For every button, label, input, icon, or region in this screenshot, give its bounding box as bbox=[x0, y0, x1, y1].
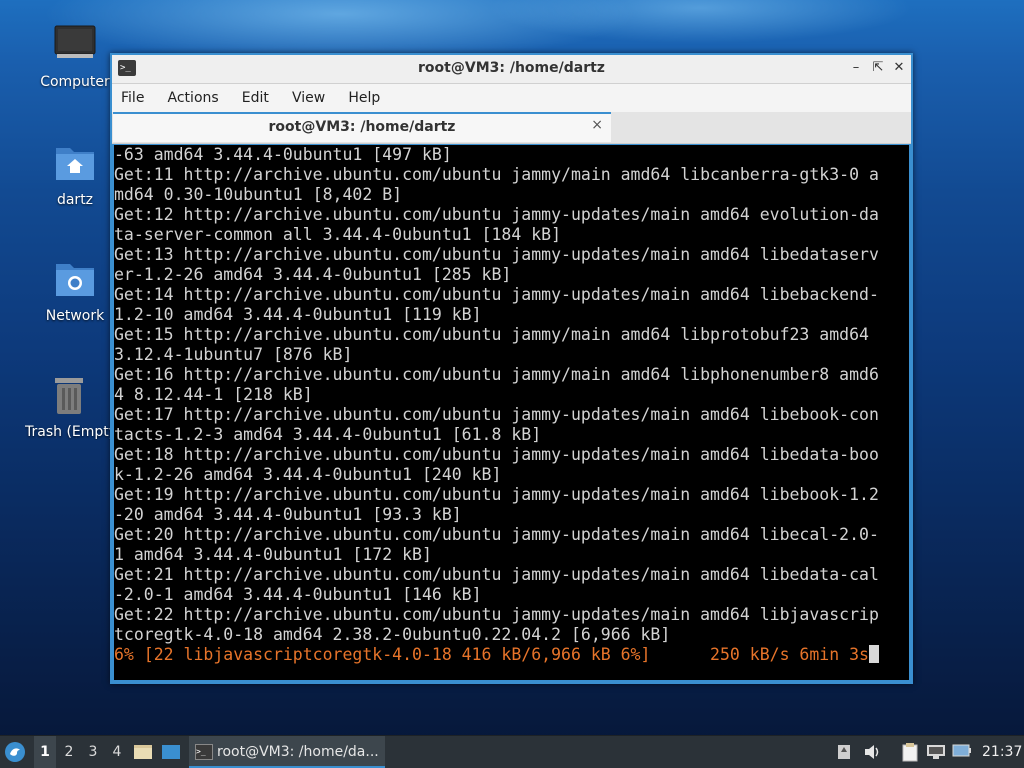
maximize-icon[interactable]: ⇱ bbox=[869, 59, 887, 77]
battery-icon[interactable] bbox=[950, 736, 974, 768]
workspace-4[interactable]: 4 bbox=[106, 736, 128, 768]
terminal-line: tacts-1.2-3 amd64 3.44.4-0ubuntu1 [61.8 … bbox=[114, 425, 542, 444]
terminal-line: 3.12.4-1ubuntu7 [876 kB] bbox=[114, 345, 353, 364]
terminal-line: Get:16 http://archive.ubuntu.com/ubuntu … bbox=[114, 365, 879, 384]
show-desktop-icon[interactable] bbox=[161, 736, 183, 768]
menu-edit[interactable]: Edit bbox=[233, 84, 278, 112]
terminal-line: Get:14 http://archive.ubuntu.com/ubuntu … bbox=[114, 285, 879, 304]
volume-icon[interactable] bbox=[860, 736, 884, 768]
terminal-output[interactable]: -63 amd64 3.44.4-0ubuntu1 [497 kB] Get:11… bbox=[114, 145, 909, 680]
terminal-line: Get:15 http://archive.ubuntu.com/ubuntu … bbox=[114, 325, 869, 344]
progress-text: 6% [22 libjavascriptcoregtk-4.0-18 416 k… bbox=[114, 645, 869, 664]
terminal-window: >_ root@VM3: /home/dartz – ⇱ ✕ File Acti… bbox=[110, 53, 913, 684]
terminal-line: Get:21 http://archive.ubuntu.com/ubuntu … bbox=[114, 565, 879, 584]
terminal-line: 1.2-10 amd64 3.44.4-0ubuntu1 [119 kB] bbox=[114, 305, 482, 324]
terminal-line: -63 amd64 3.44.4-0ubuntu1 [497 kB] bbox=[114, 145, 452, 164]
terminal-cursor bbox=[868, 645, 879, 663]
terminal-line: Get:20 http://archive.ubuntu.com/ubuntu … bbox=[114, 525, 879, 544]
network-icon[interactable] bbox=[924, 736, 948, 768]
menu-file[interactable]: File bbox=[112, 84, 153, 112]
terminal-line: Get:12 http://archive.ubuntu.com/ubuntu … bbox=[114, 205, 879, 224]
terminal-line: ta-server-common all 3.44.4-0ubuntu1 [18… bbox=[114, 225, 562, 244]
menu-help[interactable]: Help bbox=[339, 84, 389, 112]
terminal-line: md64 0.30-10ubuntu1 [8,402 B] bbox=[114, 185, 403, 204]
desktop-icon-label: Trash (Empty) bbox=[25, 424, 113, 440]
terminal-progress-line: 6% [22 libjavascriptcoregtk-4.0-18 416 k… bbox=[114, 645, 909, 665]
task-label: root@VM3: /home/da... bbox=[217, 744, 379, 760]
close-icon[interactable]: ✕ bbox=[890, 59, 908, 77]
workspace-3[interactable]: 3 bbox=[82, 736, 104, 768]
task-terminal-button[interactable]: >_ root@VM3: /home/da... bbox=[189, 736, 385, 768]
minimize-icon[interactable]: – bbox=[847, 59, 865, 77]
notifications-icon[interactable] bbox=[832, 736, 856, 768]
clock[interactable]: 21:37 bbox=[982, 736, 1022, 768]
terminal-line: tcoregtk-4.0-18 amd64 2.38.2-0ubuntu0.22… bbox=[114, 625, 671, 644]
terminal-line: -20 amd64 3.44.4-0ubuntu1 [93.3 kB] bbox=[114, 505, 462, 524]
window-title: root@VM3: /home/dartz bbox=[418, 60, 605, 76]
menu-bar: File Actions Edit View Help bbox=[112, 84, 911, 112]
terminal-line: Get:13 http://archive.ubuntu.com/ubuntu … bbox=[114, 245, 879, 264]
trash-icon bbox=[25, 374, 113, 420]
clipboard-icon[interactable] bbox=[898, 736, 922, 768]
terminal-line: Get:19 http://archive.ubuntu.com/ubuntu … bbox=[114, 485, 879, 504]
terminal-line: 1 amd64 3.44.4-0ubuntu1 [172 kB] bbox=[114, 545, 432, 564]
terminal-line: 4 8.12.44-1 [218 kB] bbox=[114, 385, 313, 404]
terminal-line: Get:17 http://archive.ubuntu.com/ubuntu … bbox=[114, 405, 879, 424]
workspace-1[interactable]: 1 bbox=[34, 736, 56, 768]
terminal-lines: -63 amd64 3.44.4-0ubuntu1 [497 kB] Get:11… bbox=[114, 145, 909, 665]
start-menu-icon[interactable] bbox=[4, 736, 30, 768]
terminal-line: Get:18 http://archive.ubuntu.com/ubuntu … bbox=[114, 445, 879, 464]
tab-label: root@VM3: /home/dartz bbox=[268, 119, 456, 135]
desktop-icon-trash[interactable]: Trash (Empty) bbox=[25, 374, 113, 440]
terminal-line: -2.0-1 amd64 3.44.4-0ubuntu1 [146 kB] bbox=[114, 585, 482, 604]
terminal-line: Get:11 http://archive.ubuntu.com/ubuntu … bbox=[114, 165, 879, 184]
tab-close-icon[interactable]: × bbox=[591, 117, 603, 133]
taskbar: 1 2 3 4 >_ root@VM3: /home/da... 21:37 bbox=[0, 735, 1024, 768]
terminal-line: Get:22 http://archive.ubuntu.com/ubuntu … bbox=[114, 605, 879, 624]
menu-view[interactable]: View bbox=[283, 84, 334, 112]
tab-bar: root@VM3: /home/dartz × bbox=[112, 112, 911, 144]
terminal-icon: >_ bbox=[195, 744, 213, 760]
menu-actions[interactable]: Actions bbox=[159, 84, 228, 112]
terminal-line: k-1.2-26 amd64 3.44.4-0ubuntu1 [240 kB] bbox=[114, 465, 502, 484]
tab-terminal[interactable]: root@VM3: /home/dartz × bbox=[113, 112, 611, 142]
window-titlebar[interactable]: >_ root@VM3: /home/dartz – ⇱ ✕ bbox=[112, 55, 911, 84]
terminal-line: er-1.2-26 amd64 3.44.4-0ubuntu1 [285 kB] bbox=[114, 265, 512, 284]
file-manager-icon[interactable] bbox=[133, 736, 155, 768]
workspace-2[interactable]: 2 bbox=[58, 736, 80, 768]
